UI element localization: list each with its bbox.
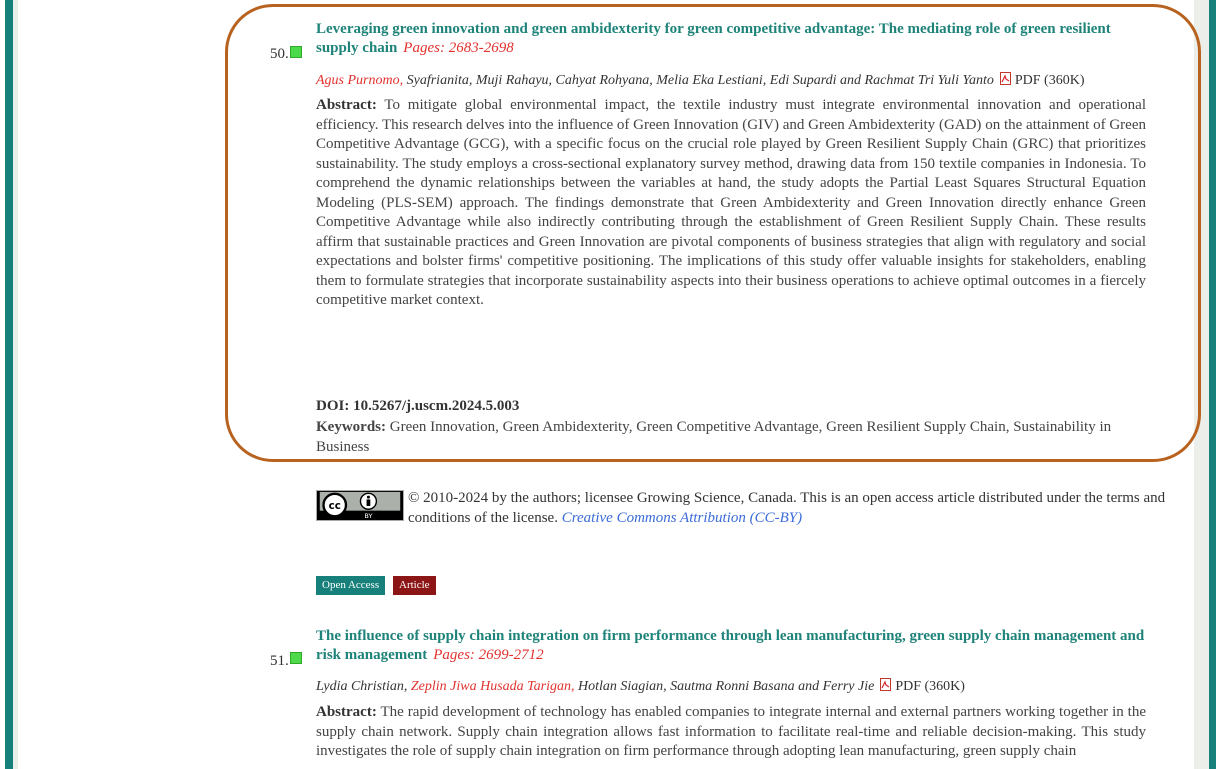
article-abstract: Abstract: To mitigate global environment… [316,96,1146,311]
article-status-marker [290,46,302,58]
article-doi[interactable]: DOI: 10.5267/j.uscm.2024.5.003 [316,398,519,415]
open-access-badge[interactable]: Open Access [316,576,386,595]
keywords-label: Keywords: [316,419,386,435]
abstract-text: The rapid development of technology has … [316,704,1146,759]
left-frame-edge [13,0,18,769]
article-number: 51. [270,653,289,669]
article-title: Leveraging green innovation and green am… [316,20,1146,58]
abstract-label: Abstract: [316,97,377,113]
article-keywords: Keywords: Green Innovation, Green Ambide… [316,418,1146,457]
license-text: © 2010-2024 by the authors; licensee Gro… [408,488,1178,528]
article-authors: Lydia Christian, Zeplin Jiwa Husada Tari… [316,678,1176,696]
abstract-text: To mitigate global environmental impact,… [316,97,1146,308]
article-number: 50. [270,46,289,62]
pdf-link[interactable]: PDF (360K) [1015,73,1085,88]
left-frame-bar [5,0,13,769]
article-title: The influence of supply chain integratio… [316,627,1146,665]
lead-author-link[interactable]: Lydia Christian, [316,679,407,694]
keywords-text: Green Innovation, Green Ambidexterity, G… [316,419,1112,455]
by-badge-text: BY [364,512,372,520]
other-authors: Syafrianita, Muji Rahayu, Cahyat Rohyana… [406,73,994,88]
license-link[interactable]: Creative Commons Attribution (CC-BY) [562,510,802,526]
cc-by-badge-icon[interactable]: cc BY [316,490,404,521]
right-frame-bar [1209,0,1216,769]
pdf-icon[interactable] [880,678,892,691]
pdf-icon[interactable] [999,72,1011,85]
article-pages: Pages: 2683-2698 [403,40,514,56]
right-frame-edge [1194,0,1209,769]
lead-author-link[interactable]: Agus Purnomo, [316,73,403,88]
other-authors: Hotlan Siagian, Sautma Ronni Basana and … [578,679,875,694]
article-abstract: Abstract: The rapid development of techn… [316,703,1146,762]
pdf-link[interactable]: PDF (360K) [895,679,965,694]
article-authors: Agus Purnomo, Syafrianita, Muji Rahayu, … [316,72,1176,90]
article-type-badge[interactable]: Article [393,576,436,595]
article-pages: Pages: 2699-2712 [433,647,544,663]
cc-badge-text: cc [329,500,341,512]
abstract-label: Abstract: [316,704,377,720]
article-status-marker [290,652,302,664]
second-author-link[interactable]: Zeplin Jiwa Husada Tarigan, [411,679,575,694]
